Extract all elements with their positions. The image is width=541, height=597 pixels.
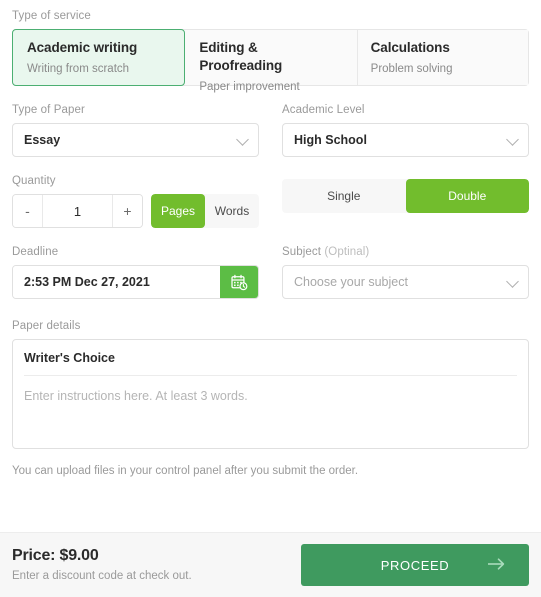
arrow-right-icon [487,557,507,571]
subject-placeholder: Choose your subject [294,275,408,289]
deadline-input[interactable] [13,266,220,298]
price-block: Price: $9.00 Enter a discount code at ch… [12,546,192,585]
service-tab-title: Calculations [370,40,450,55]
academic-level-select[interactable]: High School [282,123,529,157]
service-tab-academic-writing[interactable]: Academic writing Writing from scratch [12,29,186,86]
discount-hint: Enter a discount code at check out. [12,569,192,582]
subject-label: Subject (Optinal) [282,245,529,259]
chevron-down-icon [506,275,519,288]
chevron-down-icon [236,133,249,146]
quantity-label: Quantity [12,175,56,187]
spacing-group: Single Double [282,157,529,228]
subject-group: Subject (Optinal) Choose your subject [282,228,529,299]
paper-topic-input[interactable] [24,350,517,365]
deadline-label: Deadline [12,246,59,258]
proceed-button[interactable]: PROCEED [301,544,529,586]
quantity-decrement-button[interactable]: - [13,195,43,227]
paper-details-box [12,339,529,449]
academic-level-group: Academic Level High School [282,86,529,157]
paper-topic-row [24,340,517,376]
quantity-unit-toggle: Pages Words [151,194,259,228]
type-of-paper-select[interactable]: Essay [12,123,259,157]
type-of-paper-value: Essay [24,133,61,147]
subject-optional-note: (Optinal) [324,246,370,258]
service-tab-editing-proofreading[interactable]: Editing & Proofreading Paper improvement [185,30,357,93]
spacing-option-double[interactable]: Double [405,179,529,213]
paper-details-label: Paper details [12,320,81,332]
chevron-down-icon [506,133,519,146]
spacing-option-single[interactable]: Single [282,179,406,213]
service-tab-subtitle: Paper improvement [199,81,300,93]
unit-option-pages[interactable]: Pages [151,194,205,228]
price-text: Price: $9.00 [12,546,99,564]
service-tab-title: Academic writing [27,40,138,55]
deadline-group: Deadline [12,228,259,299]
type-of-service-tabs: Academic writing Writing from scratch Ed… [12,29,529,93]
quantity-group: Quantity - + Pages Words [12,157,259,228]
academic-level-label: Academic Level [282,104,365,116]
spacing-toggle: Single Double [282,179,529,213]
service-tab-subtitle: Problem solving [370,63,453,75]
paper-instructions-textarea[interactable] [24,376,517,440]
subject-label-text: Subject [282,246,322,258]
order-footer-bar: Price: $9.00 Enter a discount code at ch… [0,532,541,597]
service-tab-calculations[interactable]: Calculations Problem solving [356,30,528,85]
type-of-service-label: Type of service [12,10,91,22]
type-of-paper-group: Type of Paper Essay [12,86,259,157]
deadline-field[interactable] [12,265,259,299]
quantity-controls: - + Pages Words [12,194,259,228]
service-tab-title: Editing & Proofreading [199,40,283,73]
quantity-increment-button[interactable]: + [112,195,142,227]
unit-option-words[interactable]: Words [205,194,259,228]
upload-note: You can upload files in your control pan… [12,465,359,477]
order-form-page: Type of service Academic writing Writing… [0,0,541,597]
order-form: Type of service Academic writing Writing… [0,0,541,479]
quantity-input[interactable] [43,195,112,227]
proceed-button-label: PROCEED [380,557,450,573]
quantity-stepper: - + [12,194,143,228]
academic-level-value: High School [294,133,367,147]
service-tab-subtitle: Writing from scratch [27,63,130,75]
calendar-clock-icon[interactable] [220,266,258,298]
type-of-paper-label: Type of Paper [12,104,85,116]
subject-select[interactable]: Choose your subject [282,265,529,299]
